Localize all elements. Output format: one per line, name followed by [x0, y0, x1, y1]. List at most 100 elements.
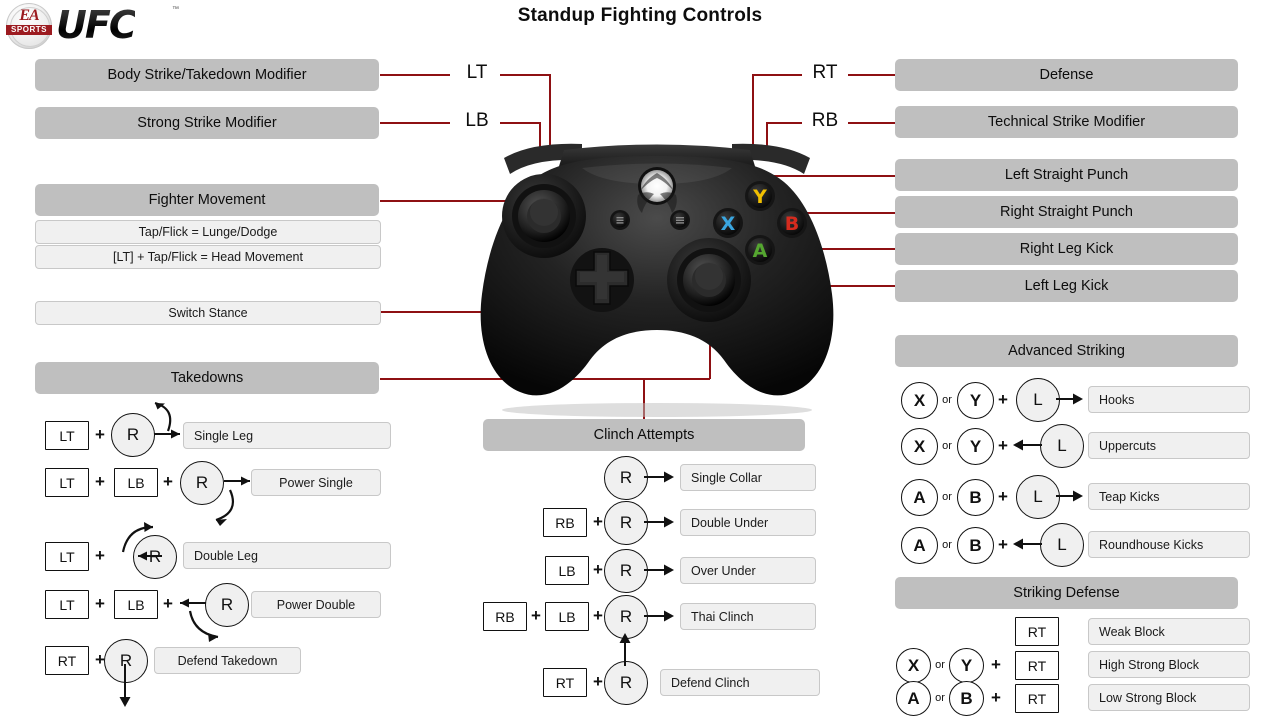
plus-symbol: + [163, 471, 173, 491]
token-rt[interactable]: RT [1015, 651, 1059, 680]
bar-advanced-striking[interactable]: Advanced Striking [895, 335, 1238, 367]
or-label: or [942, 393, 952, 406]
motion-arrow-left-up-curve [121, 522, 162, 561]
result-defend-takedown[interactable]: Defend Takedown [154, 647, 301, 674]
result-low-strong-block[interactable]: Low Strong Block [1088, 684, 1250, 711]
token-rt[interactable]: RT [45, 646, 89, 675]
connector-lt-a [380, 74, 450, 76]
plus-symbol: + [991, 687, 1001, 707]
connector-lt-b [500, 74, 550, 76]
button-a[interactable]: A [901, 527, 938, 564]
token-lt[interactable]: LT [45, 421, 89, 450]
token-rt[interactable]: RT [1015, 617, 1059, 646]
xbox-controller-image: Y X B A [432, 128, 882, 418]
bar-fighter-movement[interactable]: Fighter Movement [35, 184, 379, 216]
bar-right-straight-punch[interactable]: Right Straight Punch [895, 196, 1238, 228]
button-x[interactable]: X [901, 428, 938, 465]
button-y[interactable]: Y [949, 648, 984, 683]
token-rb[interactable]: RB [543, 508, 587, 537]
connector-rt-a [752, 74, 802, 76]
token-lb[interactable]: LB [114, 468, 158, 497]
bar-takedowns[interactable]: Takedowns [35, 362, 379, 394]
button-x[interactable]: X [896, 648, 931, 683]
bar-defense[interactable]: Defense [895, 59, 1238, 91]
bar-technical-strike-modifier[interactable]: Technical Strike Modifier [895, 106, 1238, 138]
button-x[interactable]: X [901, 382, 938, 419]
result-single-leg[interactable]: Single Leg [183, 422, 391, 449]
bar-strong-strike-modifier[interactable]: Strong Strike Modifier [35, 107, 379, 139]
or-label: or [942, 439, 952, 452]
bar-right-leg-kick[interactable]: Right Leg Kick [895, 233, 1238, 265]
result-teap-kicks[interactable]: Teap Kicks [1088, 483, 1250, 510]
ea-letters: EA [19, 7, 39, 24]
bar-striking-defense[interactable]: Striking Defense [895, 577, 1238, 609]
motion-arrow-left [1013, 439, 1042, 451]
result-hooks[interactable]: Hooks [1088, 386, 1250, 413]
svg-text:B: B [785, 213, 799, 235]
connector-rb-b [848, 122, 898, 124]
ufc-wordmark: UFC [56, 3, 137, 47]
token-rt[interactable]: RT [1015, 684, 1059, 713]
result-double-under[interactable]: Double Under [680, 509, 816, 536]
result-thai-clinch[interactable]: Thai Clinch [680, 603, 816, 630]
token-lb[interactable]: LB [114, 590, 158, 619]
motion-arrow-left [1013, 538, 1042, 550]
plus-symbol: + [998, 486, 1008, 506]
plus-symbol: + [998, 389, 1008, 409]
result-roundhouse-kicks[interactable]: Roundhouse Kicks [1088, 531, 1250, 558]
token-rb[interactable]: RB [483, 602, 527, 631]
result-weak-block[interactable]: Weak Block [1088, 618, 1250, 645]
bar-left-straight-punch[interactable]: Left Straight Punch [895, 159, 1238, 191]
button-b[interactable]: B [949, 681, 984, 716]
result-uppercuts[interactable]: Uppercuts [1088, 432, 1250, 459]
connector-lb-b [500, 122, 540, 124]
plus-symbol: + [95, 424, 105, 444]
result-defend-clinch[interactable]: Defend Clinch [660, 669, 820, 696]
ea-sports-word: SPORTS [6, 25, 52, 35]
token-lt[interactable]: LT [45, 468, 89, 497]
bar-left-leg-kick[interactable]: Left Leg Kick [895, 270, 1238, 302]
result-power-double[interactable]: Power Double [251, 591, 381, 618]
button-b[interactable]: B [957, 527, 994, 564]
bar-body-strike-modifier[interactable]: Body Strike/Takedown Modifier [35, 59, 379, 91]
result-power-single[interactable]: Power Single [251, 469, 381, 496]
motion-arrow-up-curve [154, 401, 180, 439]
plus-symbol: + [991, 654, 1001, 674]
motion-arrow-up [619, 633, 631, 666]
svg-text:X: X [721, 213, 736, 235]
button-b[interactable]: B [957, 479, 994, 516]
token-lt[interactable]: LT [45, 590, 89, 619]
label-lt: LT [466, 62, 488, 83]
trademark-mark: ™ [172, 6, 179, 13]
ea-sports-ufc-logo: EA SPORTS UFC ™ [6, 2, 196, 49]
or-label: or [942, 490, 952, 503]
token-lt[interactable]: LT [45, 542, 89, 571]
plus-symbol: + [531, 605, 541, 625]
plus-symbol: + [998, 534, 1008, 554]
token-rt[interactable]: RT [543, 668, 587, 697]
bar-clinch-attempts[interactable]: Clinch Attempts [483, 419, 805, 451]
plus-symbol: + [998, 435, 1008, 455]
button-a[interactable]: A [901, 479, 938, 516]
connector-lb-a [380, 122, 450, 124]
token-lb[interactable]: LB [545, 556, 589, 585]
connector-rb-a [766, 122, 802, 124]
result-double-leg[interactable]: Double Leg [183, 542, 391, 569]
row-fighter-movement-0[interactable]: Tap/Flick = Lunge/Dodge [35, 220, 381, 244]
ea-sports-badge-icon: EA SPORTS [6, 3, 52, 49]
controls-diagram: Standup Fighting Controls EA SPORTS UFC … [0, 0, 1280, 720]
row-fighter-movement-1[interactable]: [LT] + Tap/Flick = Head Movement [35, 245, 381, 269]
plus-symbol: + [95, 471, 105, 491]
token-lb[interactable]: LB [545, 602, 589, 631]
button-a[interactable]: A [896, 681, 931, 716]
or-label: or [942, 538, 952, 551]
result-over-under[interactable]: Over Under [680, 557, 816, 584]
result-single-collar[interactable]: Single Collar [680, 464, 816, 491]
label-rt: RT [812, 62, 838, 83]
button-y[interactable]: Y [957, 428, 994, 465]
row-switch-stance[interactable]: Switch Stance [35, 301, 381, 325]
or-label: or [935, 691, 945, 704]
button-y[interactable]: Y [957, 382, 994, 419]
result-high-strong-block[interactable]: High Strong Block [1088, 651, 1250, 678]
connector-rt-b [848, 74, 898, 76]
